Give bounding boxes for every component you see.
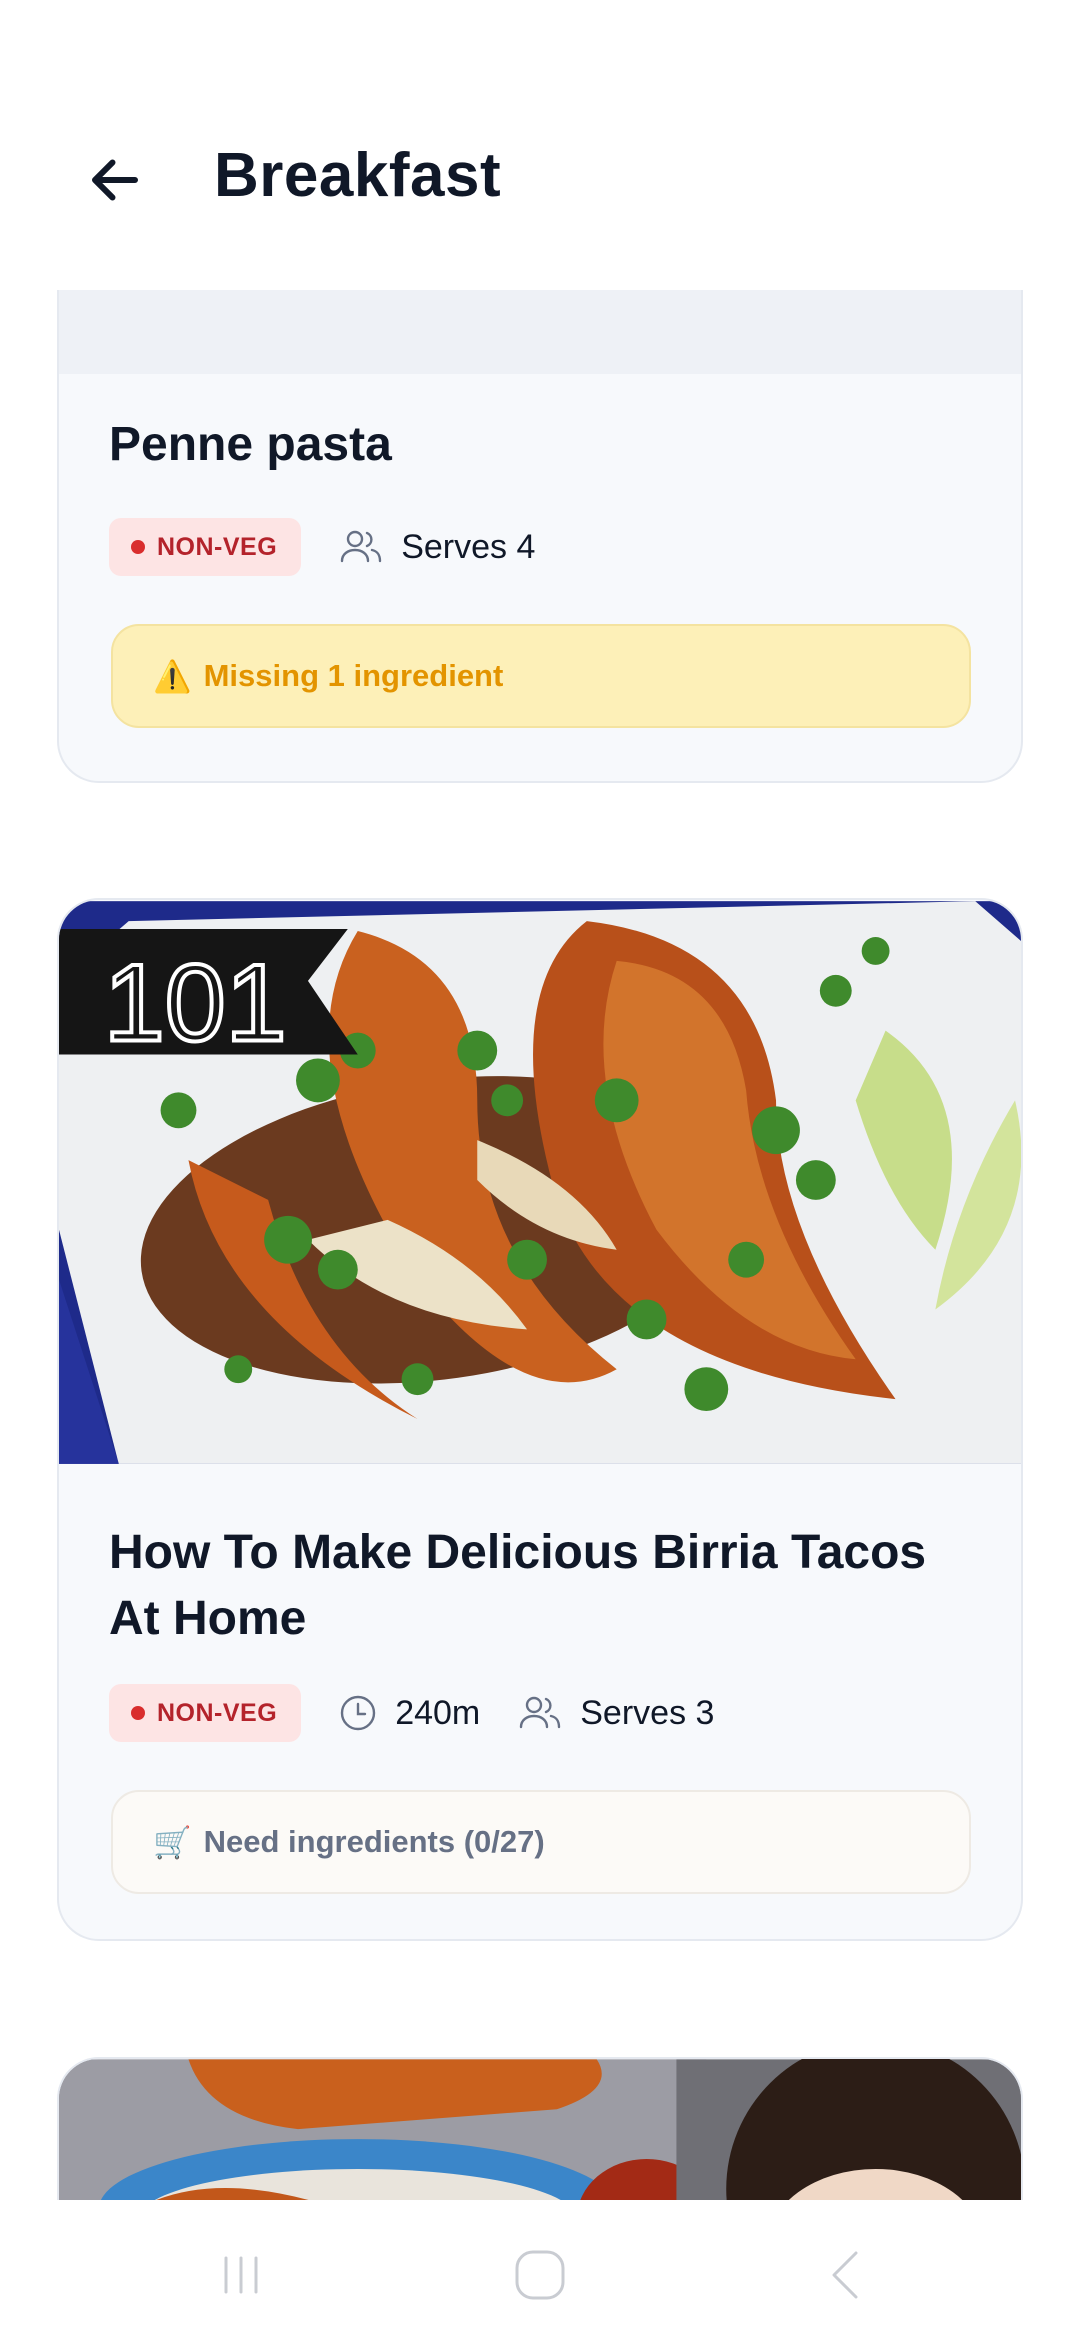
time-info: 240m <box>339 1694 480 1733</box>
thumbnail-badge-text: 101 <box>104 943 287 1065</box>
recents-icon <box>224 2256 258 2294</box>
serves-text: Serves 4 <box>401 527 536 566</box>
app-header: Breakfast <box>0 0 1080 290</box>
missing-ingredient-alert[interactable]: ⚠️ Missing 1 ingredient <box>111 624 971 728</box>
people-icon <box>520 1696 561 1729</box>
serves-info: Serves 3 <box>518 1694 714 1733</box>
recents-button[interactable] <box>206 2240 276 2310</box>
non-veg-badge: NON-VEG <box>109 1684 302 1742</box>
badge-label: NON-VEG <box>157 1698 278 1727</box>
clock-icon <box>340 1695 376 1731</box>
recipe-list-screen: Breakfast Penne pasta NON-VEG Serves 4 ⚠… <box>0 0 1080 2340</box>
system-navigation-bar <box>0 2200 1080 2340</box>
alert-text: Missing 1 ingredient <box>203 658 504 693</box>
serves-info: Serves 4 <box>339 528 535 567</box>
need-ingredients-alert[interactable]: 🛒 Need ingredients (0/27) <box>111 1790 971 1894</box>
recipe-image <box>59 290 1021 374</box>
system-back-button[interactable] <box>810 2240 880 2310</box>
non-veg-badge: NON-VEG <box>109 518 302 576</box>
red-dot-icon <box>131 540 145 554</box>
people-icon <box>340 530 382 563</box>
recipe-meta: NON-VEG Serves 4 <box>109 518 535 576</box>
recipe-meta: NON-VEG 240m Serves 3 <box>109 1684 714 1742</box>
recipe-image: 101 <box>59 901 1021 1464</box>
alert-text: Need ingredients (0/27) <box>203 1824 545 1859</box>
recipe-card[interactable] <box>57 2057 1023 2200</box>
warning-icon: ⚠️ <box>153 658 192 694</box>
page-title: Breakfast <box>214 141 502 210</box>
recipe-feed[interactable]: Penne pasta NON-VEG Serves 4 ⚠️ Missing … <box>0 290 1080 2200</box>
badge-label: NON-VEG <box>157 532 278 561</box>
arrow-left-icon <box>92 159 138 201</box>
serves-text: Serves 3 <box>580 1693 715 1732</box>
home-button[interactable] <box>505 2240 575 2310</box>
recipe-title: Penne pasta <box>109 418 392 471</box>
system-back-icon <box>832 2251 858 2299</box>
home-icon <box>515 2250 565 2300</box>
recipe-image <box>59 2059 1021 2200</box>
recipe-card[interactable]: Penne pasta NON-VEG Serves 4 ⚠️ Missing … <box>57 290 1023 783</box>
recipe-title: How To Make Delicious Birria Tacos At Ho… <box>109 1526 927 1645</box>
time-text: 240m <box>395 1693 481 1732</box>
red-dot-icon <box>131 1706 145 1720</box>
back-button[interactable] <box>70 135 160 225</box>
cart-icon: 🛒 <box>153 1824 192 1860</box>
recipe-card[interactable]: 101 How To Make Delicious Birria Tacos A… <box>57 898 1023 1941</box>
